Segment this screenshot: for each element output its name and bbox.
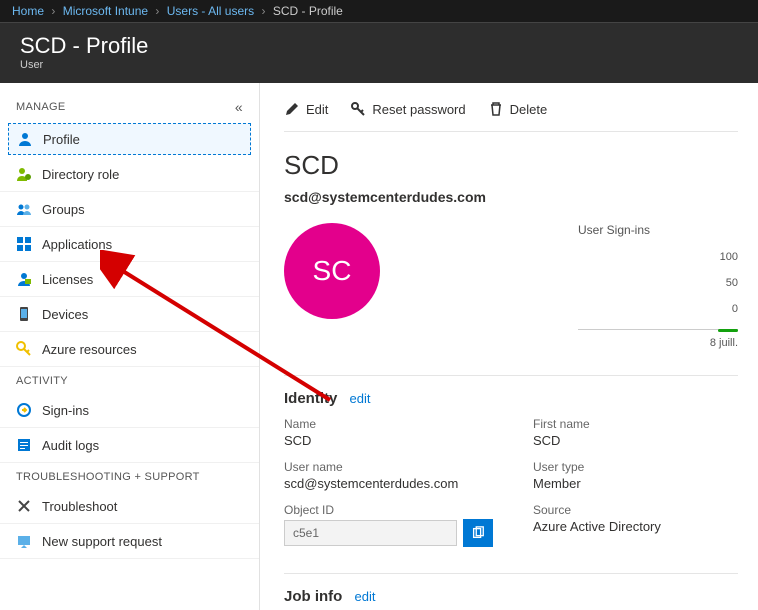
sidebar-item-groups[interactable]: Groups xyxy=(0,192,259,227)
delete-button[interactable]: Delete xyxy=(488,101,548,117)
toolbar-label: Reset password xyxy=(372,102,465,117)
identity-section-title: Identity edit xyxy=(284,390,738,407)
sidebar-item-label: Azure resources xyxy=(42,342,137,357)
sidebar-item-licenses[interactable]: Licenses xyxy=(0,262,259,297)
pencil-icon xyxy=(284,101,300,117)
tools-icon xyxy=(16,498,32,514)
sidebar-item-signins[interactable]: Sign-ins xyxy=(0,393,259,428)
groups-icon xyxy=(16,201,32,217)
sidebar-item-profile[interactable]: Profile xyxy=(8,123,251,155)
sidebar-item-troubleshoot[interactable]: Troubleshoot xyxy=(0,489,259,524)
sidebar-item-label: New support request xyxy=(42,534,162,549)
breadcrumb: Home › Microsoft Intune › Users - All us… xyxy=(0,0,758,23)
breadcrumb-intune[interactable]: Microsoft Intune xyxy=(63,4,148,18)
signins-axis xyxy=(578,329,738,333)
toolbar: Edit Reset password Delete xyxy=(284,95,738,132)
device-icon xyxy=(16,306,32,322)
sidebar-section-activity: ACTIVITY xyxy=(0,367,259,393)
signins-tick: 100 xyxy=(578,251,738,263)
sidebar-item-label: Groups xyxy=(42,202,85,217)
support-icon xyxy=(16,533,32,549)
sidebar-item-applications[interactable]: Applications xyxy=(0,227,259,262)
section-title-text: Identity xyxy=(284,390,337,407)
sidebar-section-label: ACTIVITY xyxy=(16,375,68,387)
trash-icon xyxy=(488,101,504,117)
sidebar-item-label: Applications xyxy=(42,237,112,252)
role-icon xyxy=(16,166,32,182)
section-title-text: Job info xyxy=(284,588,342,605)
page-header: SCD - Profile User xyxy=(0,23,758,83)
sidebar-section-support: TROUBLESHOOTING + SUPPORT xyxy=(0,463,259,489)
signins-tick: 0 xyxy=(578,303,738,315)
field-label: Name xyxy=(284,417,493,431)
sidebar-item-label: Licenses xyxy=(42,272,93,287)
jobinfo-edit-link[interactable]: edit xyxy=(355,589,376,604)
collapse-icon[interactable]: « xyxy=(235,99,243,115)
sidebar-item-label: Devices xyxy=(42,307,88,322)
field-label: Object ID xyxy=(284,503,493,517)
sidebar-item-new-support-request[interactable]: New support request xyxy=(0,524,259,559)
field-value-usertype: Member xyxy=(533,476,738,491)
signin-icon xyxy=(16,402,32,418)
field-value-source: Azure Active Directory xyxy=(533,519,738,534)
signins-chart: User Sign-ins 100 50 0 8 juill. xyxy=(578,223,738,349)
reset-password-button[interactable]: Reset password xyxy=(350,101,465,117)
apps-icon xyxy=(16,236,32,252)
chevron-right-icon: › xyxy=(261,4,265,18)
sidebar: MANAGE « Profile Directory role Groups A… xyxy=(0,83,260,610)
jobinfo-section-title: Job info edit xyxy=(284,588,738,605)
sidebar-item-directory-role[interactable]: Directory role xyxy=(0,157,259,192)
signins-tick: 50 xyxy=(578,277,738,289)
field-label: Source xyxy=(533,503,738,517)
page-title: SCD - Profile xyxy=(20,33,738,59)
logs-icon xyxy=(16,437,32,453)
field-label: User type xyxy=(533,460,738,474)
divider xyxy=(284,573,738,574)
sidebar-item-audit-logs[interactable]: Audit logs xyxy=(0,428,259,463)
key-icon xyxy=(350,101,366,117)
sidebar-section-label: MANAGE xyxy=(16,101,65,113)
main-content: Edit Reset password Delete SCD scd@syste… xyxy=(260,83,758,610)
avatar: SC xyxy=(284,223,380,319)
copy-icon xyxy=(471,526,485,540)
sidebar-item-devices[interactable]: Devices xyxy=(0,297,259,332)
page-subtitle: User xyxy=(20,59,738,71)
sidebar-section-manage: MANAGE « xyxy=(0,91,259,121)
sidebar-item-label: Profile xyxy=(43,132,80,147)
profile-display-name: SCD xyxy=(284,150,738,181)
breadcrumb-current: SCD - Profile xyxy=(273,4,343,18)
divider xyxy=(284,375,738,376)
sidebar-item-label: Troubleshoot xyxy=(42,499,117,514)
toolbar-label: Edit xyxy=(306,102,328,117)
breadcrumb-users[interactable]: Users - All users xyxy=(167,4,254,18)
identity-edit-link[interactable]: edit xyxy=(350,391,371,406)
field-value-firstname: SCD xyxy=(533,433,738,448)
sidebar-section-label: TROUBLESHOOTING + SUPPORT xyxy=(16,471,200,483)
profile-email: scd@systemcenterdudes.com xyxy=(284,189,738,205)
toolbar-label: Delete xyxy=(510,102,548,117)
signins-date: 8 juill. xyxy=(578,337,738,349)
key-icon xyxy=(16,341,32,357)
edit-button[interactable]: Edit xyxy=(284,101,328,117)
sidebar-item-label: Sign-ins xyxy=(42,403,89,418)
field-label: User name xyxy=(284,460,493,474)
breadcrumb-home[interactable]: Home xyxy=(12,4,44,18)
sidebar-item-azure-resources[interactable]: Azure resources xyxy=(0,332,259,367)
field-value-username: scd@systemcenterdudes.com xyxy=(284,476,493,491)
sidebar-item-label: Audit logs xyxy=(42,438,99,453)
object-id-input[interactable] xyxy=(284,520,457,546)
field-value-name: SCD xyxy=(284,433,493,448)
copy-button[interactable] xyxy=(463,519,493,547)
license-icon xyxy=(16,271,32,287)
sidebar-item-label: Directory role xyxy=(42,167,119,182)
chevron-right-icon: › xyxy=(155,4,159,18)
chevron-right-icon: › xyxy=(51,4,55,18)
signins-label: User Sign-ins xyxy=(578,223,738,237)
person-icon xyxy=(17,131,33,147)
field-label: First name xyxy=(533,417,738,431)
